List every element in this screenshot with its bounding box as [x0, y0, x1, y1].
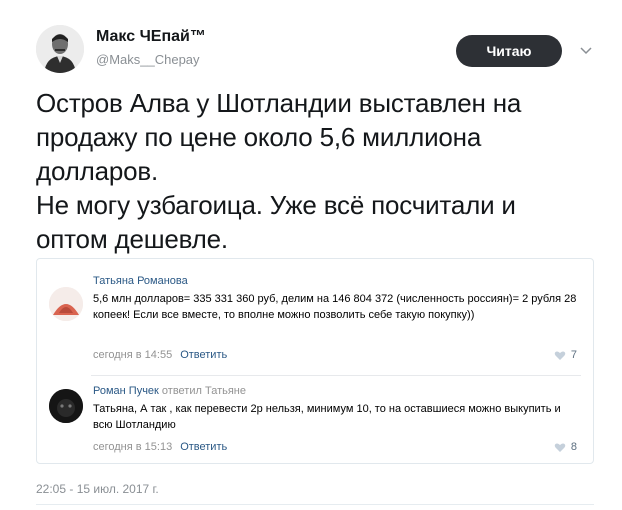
author-handle[interactable]: @Maks__Chepay: [96, 52, 200, 67]
divider: [36, 504, 594, 505]
reply-to-label: ответил Татьяне: [161, 385, 246, 397]
comment: Татьяна Романова 5,6 млн долларов= 335 3…: [37, 269, 593, 377]
comment-time: сегодня в 15:13: [93, 441, 173, 453]
author-avatar[interactable]: [36, 25, 84, 73]
embedded-screenshot: Татьяна Романова 5,6 млн долларов= 335 3…: [36, 258, 594, 464]
like-count: 7: [570, 349, 577, 361]
comment-meta: сегодня в 15:13 Ответить: [93, 441, 227, 453]
comment-time: сегодня в 14:55: [93, 349, 173, 361]
reply-link[interactable]: Ответить: [180, 441, 227, 453]
heart-icon: [554, 442, 566, 452]
commenter-name-link[interactable]: Роман Пучек: [93, 385, 159, 397]
chevron-down-icon[interactable]: [578, 42, 594, 58]
like-counter[interactable]: 8: [554, 441, 577, 453]
commenter-avatar[interactable]: [49, 287, 83, 321]
comment-text: 5,6 млн долларов= 335 331 360 руб, делим…: [93, 293, 577, 321]
comment: Роман Пучек ответил Татьяне Татьяна, А т…: [37, 379, 593, 459]
reply-link[interactable]: Ответить: [180, 349, 227, 361]
tweet-text: Остров Алва у Шотландии выставлен на про…: [36, 88, 522, 254]
following-button[interactable]: Читаю: [456, 35, 562, 67]
comment-divider: [91, 375, 581, 376]
commenter-photo-icon: [49, 389, 83, 423]
heart-icon: [554, 350, 566, 360]
author-portrait-icon: [36, 25, 84, 73]
like-count: 8: [570, 441, 577, 453]
commenter-name: Роман Пучек ответил Татьяне: [93, 385, 246, 397]
comment-meta: сегодня в 14:55 Ответить: [93, 349, 227, 361]
author-name[interactable]: Макс ЧЕпай™: [96, 28, 206, 46]
commenter-name[interactable]: Татьяна Романова: [93, 275, 188, 287]
commenter-avatar[interactable]: [49, 389, 83, 423]
comment-text: Татьяна, А так , как перевести 2р нельзя…: [93, 403, 561, 431]
commenter-photo-icon: [49, 287, 83, 321]
like-counter[interactable]: 7: [554, 349, 577, 361]
tweet-timestamp[interactable]: 22:05 - 15 июл. 2017 г.: [36, 482, 159, 496]
